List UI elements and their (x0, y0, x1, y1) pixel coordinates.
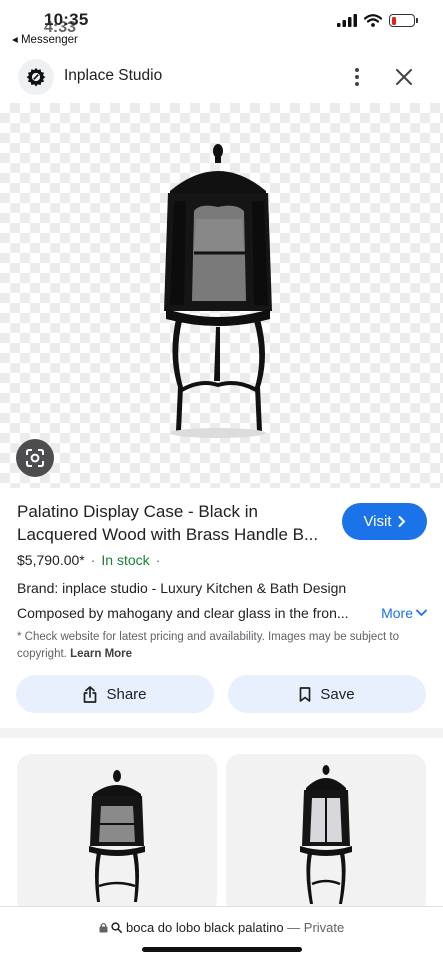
chevron-right-icon (398, 516, 405, 527)
share-button[interactable]: Share (16, 675, 214, 713)
learn-more-link[interactable]: Learn More (70, 648, 132, 660)
battery-icon (389, 14, 418, 27)
status-bar: 10:35 4:33 ◂ Messenger (0, 0, 443, 50)
product-info: Palatino Display Case - Black in Lacquer… (17, 500, 427, 663)
more-label: More (381, 605, 413, 621)
save-button[interactable]: Save (228, 675, 426, 713)
chevron-down-icon (416, 609, 427, 617)
more-options-button[interactable] (347, 65, 367, 89)
product-description: Composed by mahogany and clear glass in … (17, 605, 349, 621)
battery-level-fill (391, 16, 396, 25)
disclaimer: * Check website for latest pricing and a… (17, 629, 427, 663)
result-header: Inplace Studio (0, 53, 443, 101)
share-label: Share (106, 685, 147, 703)
search-query: boca do lobo black palatino (125, 920, 284, 935)
home-indicator[interactable] (142, 947, 302, 952)
related-image-1[interactable] (17, 754, 217, 914)
back-to-messenger-link[interactable]: ◂ Messenger (12, 32, 78, 46)
cellular-signal-icon (337, 14, 357, 27)
brand-line: Brand: inplace studio - Luxury Kitchen &… (17, 580, 347, 596)
private-label: Private (303, 920, 345, 935)
google-lens-button[interactable] (16, 439, 54, 477)
gear-logo-icon (26, 67, 46, 87)
close-icon (396, 69, 412, 85)
status-icons (337, 14, 418, 27)
price-row: $5,790.00* · In stock · (17, 552, 427, 568)
separator-dot: · (90, 552, 96, 568)
product-title[interactable]: Palatino Display Case - Black in Lacquer… (17, 500, 327, 546)
save-label: Save (320, 685, 355, 703)
bookmark-icon (300, 686, 311, 702)
visit-button[interactable]: Visit (342, 503, 427, 540)
browser-url-bar[interactable]: boca do lobo black palatino — Private (0, 906, 443, 960)
section-divider (0, 728, 443, 738)
lens-icon (26, 449, 44, 467)
related-display-case-image-2 (300, 765, 352, 904)
stock-status: In stock (101, 552, 150, 568)
separator-dot-2: · (155, 552, 161, 568)
lock-icon (99, 922, 108, 933)
product-image-area[interactable] (0, 103, 443, 488)
url-text[interactable]: boca do lobo black palatino — Private (0, 920, 443, 935)
related-display-case-image (89, 770, 145, 902)
related-image-2[interactable] (226, 754, 426, 914)
share-icon (84, 685, 97, 703)
more-vert-icon (355, 68, 359, 86)
url-dash: — (287, 920, 301, 935)
description-row: Composed by mahogany and clear glass in … (17, 605, 427, 621)
close-button[interactable] (392, 65, 416, 89)
wifi-icon (364, 14, 382, 27)
related-images (17, 754, 427, 914)
more-link[interactable]: More (381, 605, 427, 621)
visit-label: Visit (363, 513, 392, 530)
site-name[interactable]: Inplace Studio (64, 67, 162, 85)
product-image-display-case (164, 144, 272, 438)
search-icon (111, 922, 123, 933)
price: $5,790.00* (17, 552, 85, 568)
action-buttons: Share Save (16, 675, 426, 713)
site-logo[interactable] (18, 59, 54, 95)
